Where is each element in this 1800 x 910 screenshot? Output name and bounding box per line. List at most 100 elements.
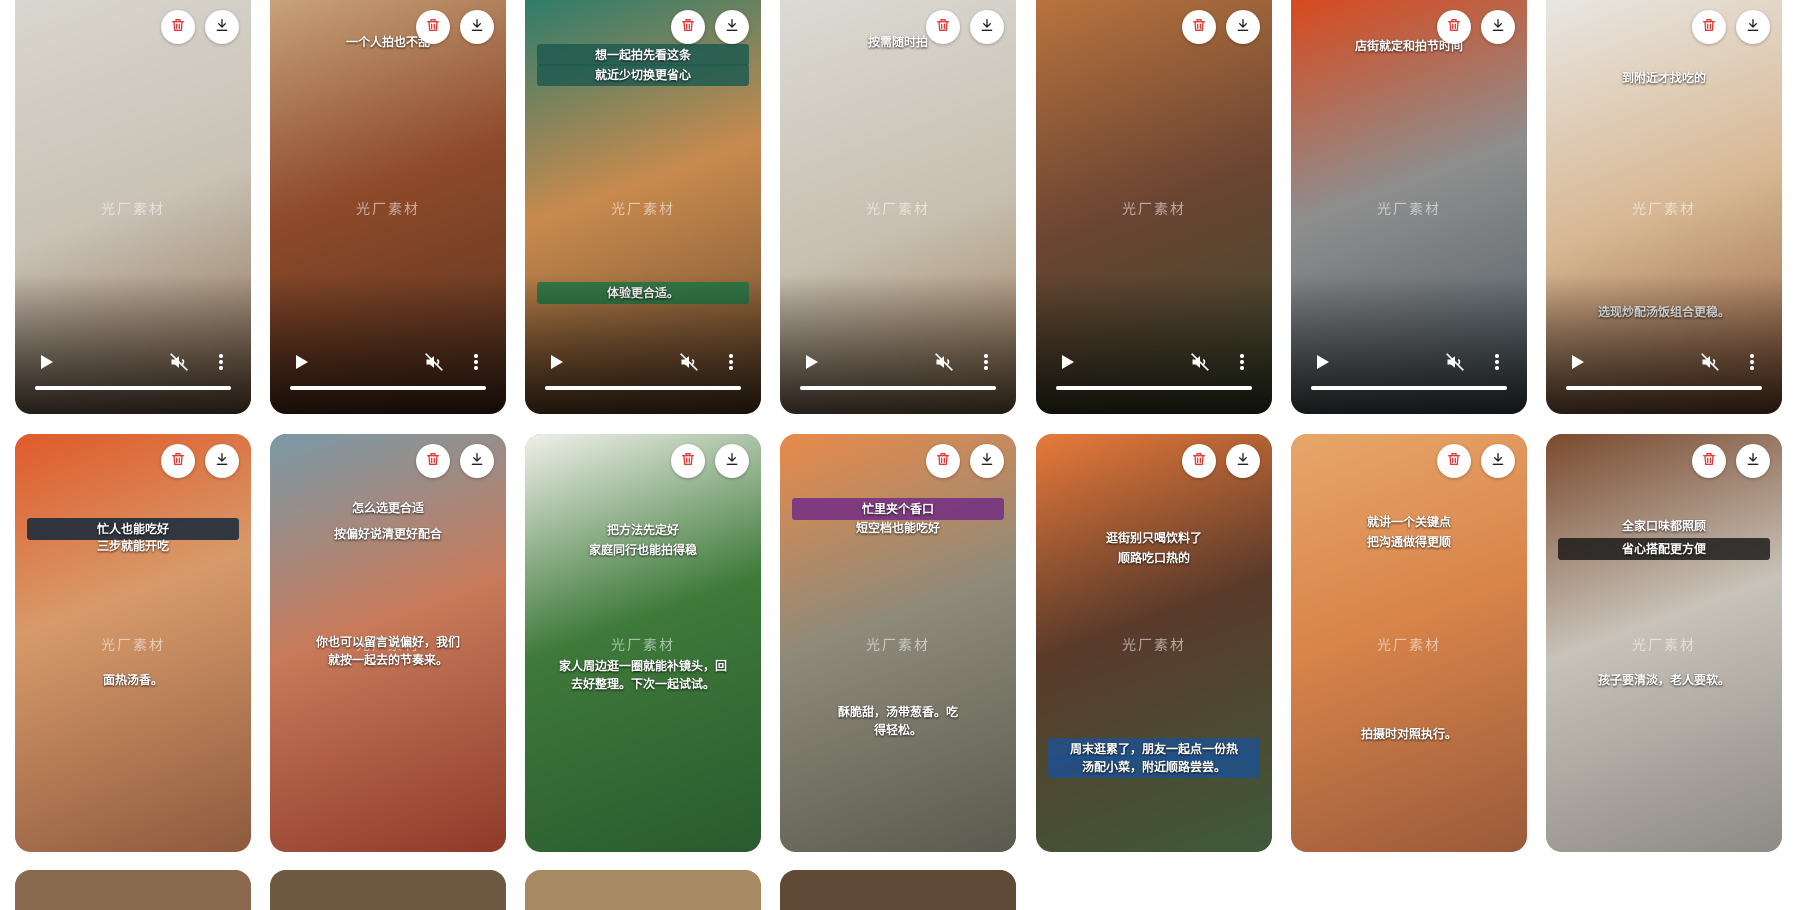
video-grid: 光厂素材光厂素材一个人拍也不乱光厂素材想一起拍先看这条就近少切换更省心体验更合适… bbox=[0, 0, 1800, 910]
video-card[interactable]: 光厂素材 怎么选更合适 按偏好说清更好配合 你也可以留言说偏好，我们 就按一起去的节奏来… bbox=[270, 434, 506, 852]
video-card[interactable]: 光厂素材 把方法先定好 家庭同行也能拍得稳 家人周边逛一圈就能补镜头，回 去好整理。下次… bbox=[525, 434, 761, 852]
more-options-button[interactable] bbox=[1740, 352, 1764, 376]
video-thumbnail[interactable] bbox=[780, 870, 1016, 910]
more-options-button[interactable] bbox=[719, 352, 743, 376]
video-thumbnail[interactable] bbox=[525, 870, 761, 910]
video-progress-bar[interactable] bbox=[290, 386, 486, 390]
download-button[interactable] bbox=[460, 10, 494, 44]
delete-button[interactable] bbox=[926, 444, 960, 478]
download-button[interactable] bbox=[205, 444, 239, 478]
download-button[interactable] bbox=[970, 10, 1004, 44]
delete-button[interactable] bbox=[416, 444, 450, 478]
video-progress-bar[interactable] bbox=[1566, 386, 1762, 390]
mute-button[interactable] bbox=[1188, 352, 1212, 376]
video-card[interactable] bbox=[525, 870, 761, 910]
video-card[interactable] bbox=[270, 870, 506, 910]
play-button[interactable] bbox=[1311, 352, 1335, 376]
delete-button[interactable] bbox=[1692, 10, 1726, 44]
video-card[interactable]: 光厂素材 忙里夹个香口 短空档也能吃好 酥脆甜，汤带葱香。吃 得轻松。 bbox=[780, 434, 1016, 852]
trash-icon bbox=[935, 451, 951, 471]
video-card[interactable]: 光厂素材到附近才找吃的选现炒配汤饭组合更稳。 bbox=[1546, 0, 1782, 414]
download-button[interactable] bbox=[1736, 444, 1770, 478]
delete-button[interactable] bbox=[1182, 444, 1216, 478]
volume-muted-icon bbox=[1445, 352, 1465, 376]
delete-button[interactable] bbox=[671, 444, 705, 478]
delete-button[interactable] bbox=[1437, 444, 1471, 478]
play-button[interactable] bbox=[1056, 352, 1080, 376]
mute-button[interactable] bbox=[422, 352, 446, 376]
download-button[interactable] bbox=[460, 444, 494, 478]
video-card[interactable] bbox=[780, 870, 1016, 910]
caption-text: 拍摄时对照执行。 bbox=[1360, 727, 1457, 741]
play-button[interactable] bbox=[290, 352, 314, 376]
video-card[interactable]: 光厂素材 一个人拍也不乱 bbox=[270, 0, 506, 414]
download-icon bbox=[1745, 451, 1761, 471]
volume-muted-icon bbox=[424, 352, 444, 376]
download-button[interactable] bbox=[1736, 10, 1770, 44]
download-button[interactable] bbox=[715, 444, 749, 478]
video-card[interactable]: 光厂素材 忙人也能吃好 三步就能开吃 面热汤香。 bbox=[15, 434, 251, 852]
delete-button[interactable] bbox=[161, 10, 195, 44]
video-thumbnail[interactable] bbox=[15, 870, 251, 910]
mute-button[interactable] bbox=[1443, 352, 1467, 376]
more-options-button[interactable] bbox=[209, 352, 233, 376]
download-button[interactable] bbox=[1481, 444, 1515, 478]
download-button[interactable] bbox=[205, 10, 239, 44]
video-card[interactable]: 光厂素材 逛街别只喝饮料了 顺路吃口热的 周末逛累了，朋友一起点一份热 汤配小菜，附近顺… bbox=[1036, 434, 1272, 852]
play-button[interactable] bbox=[800, 352, 824, 376]
video-card[interactable]: 光厂素材 bbox=[1036, 0, 1272, 414]
delete-button[interactable] bbox=[1437, 10, 1471, 44]
delete-button[interactable] bbox=[1692, 444, 1726, 478]
video-gradient bbox=[15, 274, 251, 414]
download-icon bbox=[979, 451, 995, 471]
video-gradient bbox=[780, 274, 1016, 414]
watermark: 光厂素材 bbox=[1377, 637, 1441, 654]
mute-button[interactable] bbox=[167, 352, 191, 376]
video-card[interactable]: 光厂素材 bbox=[15, 0, 251, 414]
more-options-button[interactable] bbox=[1230, 352, 1254, 376]
video-thumbnail[interactable] bbox=[270, 870, 506, 910]
more-options-button[interactable] bbox=[464, 352, 488, 376]
download-button[interactable] bbox=[715, 10, 749, 44]
trash-icon bbox=[170, 17, 186, 37]
video-progress-bar[interactable] bbox=[1056, 386, 1252, 390]
video-card[interactable] bbox=[15, 870, 251, 910]
delete-button[interactable] bbox=[161, 444, 195, 478]
video-card[interactable]: 光厂素材 就讲一个关键点 把沟通做得更顺 拍摄时对照执行。 bbox=[1291, 434, 1527, 852]
video-progress-bar[interactable] bbox=[545, 386, 741, 390]
more-vertical-icon bbox=[983, 353, 989, 375]
video-card[interactable]: 光厂素材 全家口味都照顾 省心搭配更方便 孩子要清淡，老人要软。 bbox=[1546, 434, 1782, 852]
video-progress-bar[interactable] bbox=[800, 386, 996, 390]
caption-text: 家庭同行也能拍得稳 bbox=[588, 543, 697, 557]
play-button[interactable] bbox=[545, 352, 569, 376]
delete-button[interactable] bbox=[926, 10, 960, 44]
delete-button[interactable] bbox=[671, 10, 705, 44]
trash-icon bbox=[935, 17, 951, 37]
more-options-button[interactable] bbox=[1485, 352, 1509, 376]
mute-button[interactable] bbox=[1698, 352, 1722, 376]
download-button[interactable] bbox=[1226, 10, 1260, 44]
video-progress-bar[interactable] bbox=[1311, 386, 1507, 390]
play-button[interactable] bbox=[1566, 352, 1590, 376]
video-controls bbox=[1291, 348, 1527, 378]
mute-button[interactable] bbox=[677, 352, 701, 376]
mute-button[interactable] bbox=[932, 352, 956, 376]
download-button[interactable] bbox=[1226, 444, 1260, 478]
trash-icon bbox=[425, 17, 441, 37]
delete-button[interactable] bbox=[1182, 10, 1216, 44]
video-card[interactable]: 光厂素材 店街就定和拍节时间 bbox=[1291, 0, 1527, 414]
download-button[interactable] bbox=[1481, 10, 1515, 44]
video-controls bbox=[15, 348, 251, 378]
play-button[interactable] bbox=[35, 352, 59, 376]
download-icon bbox=[1490, 451, 1506, 471]
caption-text: 到附近才找吃的 bbox=[1621, 71, 1706, 85]
more-options-button[interactable] bbox=[974, 352, 998, 376]
download-icon bbox=[724, 451, 740, 471]
video-card[interactable]: 光厂素材 按需随时拍 bbox=[780, 0, 1016, 414]
download-button[interactable] bbox=[970, 444, 1004, 478]
download-icon bbox=[469, 451, 485, 471]
delete-button[interactable] bbox=[416, 10, 450, 44]
video-card[interactable]: 光厂素材想一起拍先看这条就近少切换更省心体验更合适。 bbox=[525, 0, 761, 414]
volume-muted-icon bbox=[1190, 352, 1210, 376]
video-progress-bar[interactable] bbox=[35, 386, 231, 390]
